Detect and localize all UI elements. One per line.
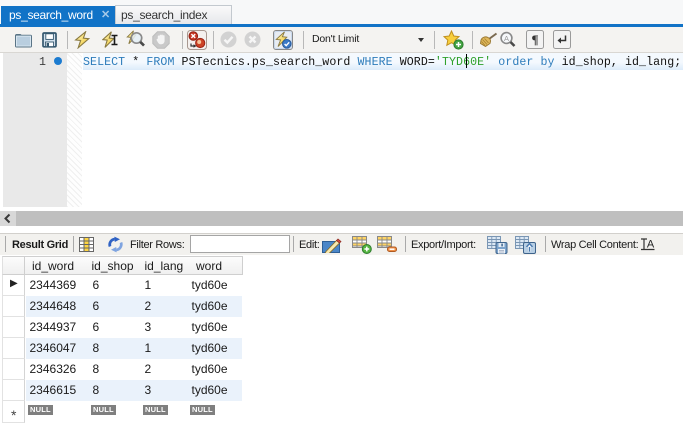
svg-text:A: A — [647, 239, 655, 251]
svg-text:A: A — [504, 34, 509, 43]
svg-text:¶: ¶ — [531, 32, 538, 47]
